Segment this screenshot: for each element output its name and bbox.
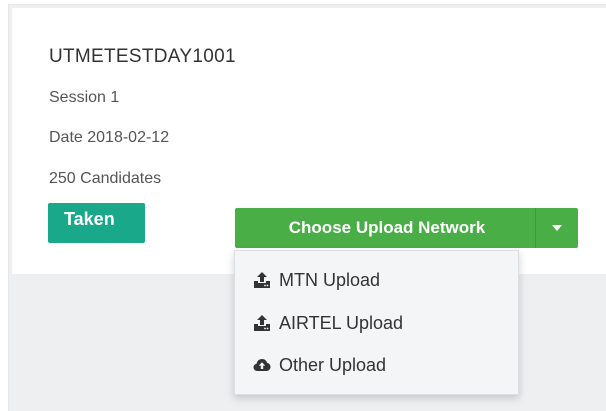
status-badge: Taken [48, 203, 145, 243]
cloud-upload-icon [253, 359, 271, 371]
choose-upload-network-button[interactable]: Choose Upload Network [235, 208, 535, 248]
upload-icon [254, 272, 270, 288]
menu-item-other-upload[interactable]: Other Upload [253, 350, 386, 380]
status-badge-label: Taken [64, 209, 115, 229]
exam-candidates: 250 Candidates [49, 170, 162, 187]
exam-date: Date 2018-02-12 [49, 129, 170, 146]
upload-network-dropdown: MTN Upload AIRTEL Upload Other Upload [234, 250, 519, 395]
menu-item-label: AIRTEL Upload [279, 312, 404, 333]
upload-network-split-button[interactable]: Choose Upload Network [235, 208, 578, 248]
caret-down-icon [552, 225, 562, 231]
menu-item-label: MTN Upload [279, 269, 381, 290]
exam-id: UTMETESTDAY1001 [49, 46, 236, 67]
exam-session: Session 1 [49, 89, 120, 106]
upload-icon [254, 315, 270, 331]
menu-item-airtel-upload[interactable]: AIRTEL Upload [253, 308, 403, 338]
menu-item-mtn-upload[interactable]: MTN Upload [253, 265, 380, 295]
dropdown-toggle-button[interactable] [536, 208, 578, 248]
menu-item-label: Other Upload [279, 354, 387, 375]
